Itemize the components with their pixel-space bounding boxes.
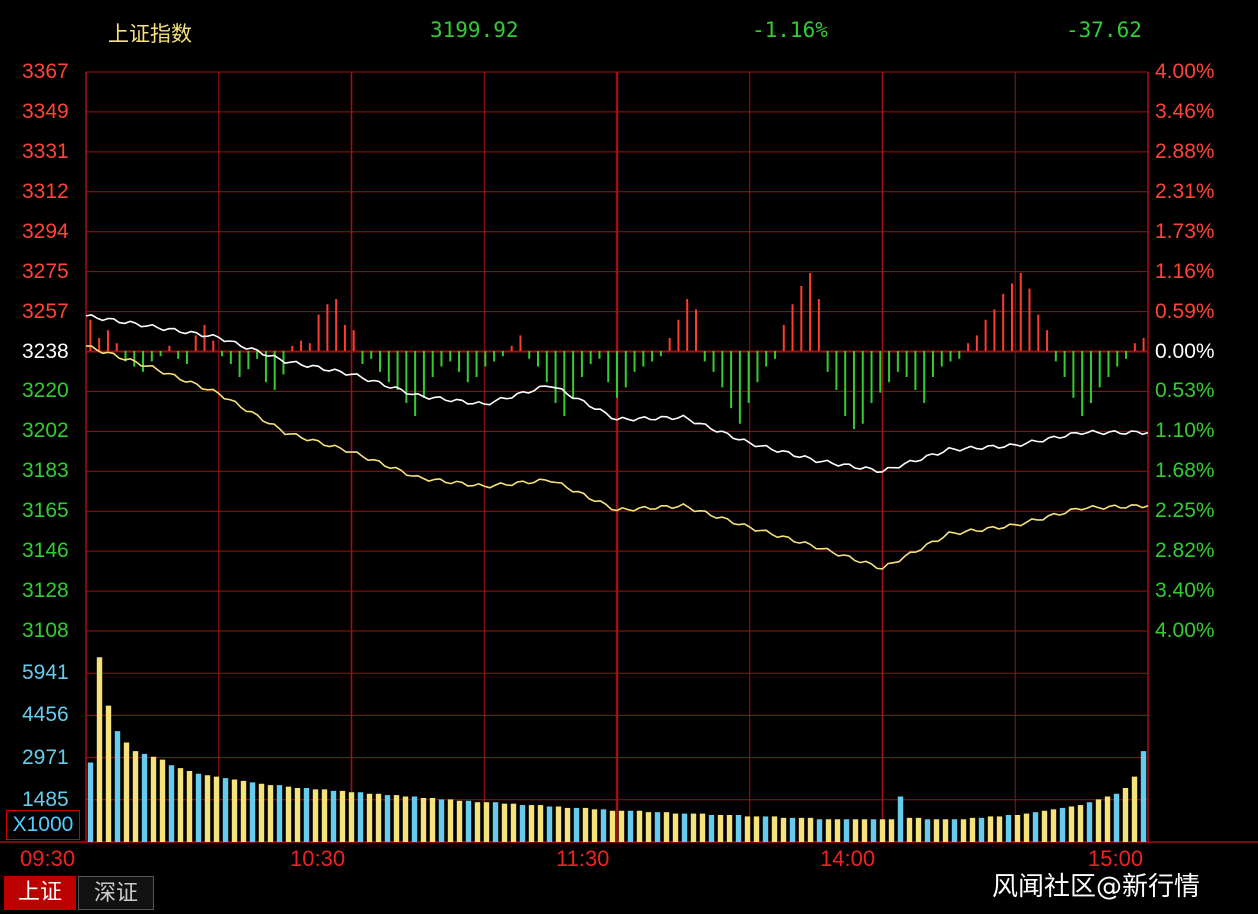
yLeft-label: 3108	[22, 619, 69, 642]
yRight-label: 4.00%	[1155, 60, 1215, 83]
change-percent: -1.16%	[752, 18, 828, 42]
yLeft-label: 3257	[22, 299, 69, 323]
intraday-chart	[0, 71, 1258, 843]
yRight-label: 0.53%	[1155, 379, 1215, 403]
yLeft-label: 3294	[22, 219, 69, 243]
yRight-label: 1.10%	[1155, 419, 1215, 443]
x-label-1130: 11:30	[556, 846, 610, 871]
yRight-label: 0.00%	[1155, 339, 1215, 363]
volume-axis-label: 1485	[22, 787, 69, 811]
x-label-0930: 09:30	[20, 846, 76, 871]
yLeft-label: 3183	[22, 459, 69, 483]
volume-axis-label: 4456	[22, 703, 69, 727]
yLeft-label: 3146	[22, 539, 69, 563]
volume-axis-label: 5941	[22, 661, 69, 685]
yLeft-label: 3128	[22, 579, 69, 603]
yLeft-label: 3275	[22, 259, 69, 283]
yRight-label: 3.40%	[1155, 579, 1215, 603]
yLeft-label: 3165	[22, 499, 69, 523]
watermark-text: 风闻社区@新行情	[992, 872, 1201, 902]
yRight-label: 2.25%	[1155, 499, 1215, 523]
tab-shenzhen[interactable]: 深证	[78, 876, 154, 910]
chart-grid	[0, 71, 1258, 843]
change-points: -37.62	[1066, 18, 1142, 42]
volume-unit: X1000	[6, 810, 80, 840]
yLeft-label: 3238	[22, 339, 69, 363]
yRight-label: 0.59%	[1155, 299, 1215, 323]
yLeft-label: 3349	[22, 99, 69, 123]
yLeft-label: 3331	[22, 139, 69, 163]
x-label-1030: 10:30	[290, 846, 346, 871]
yRight-label: 1.16%	[1155, 259, 1215, 283]
yRight-label: 2.31%	[1155, 179, 1215, 203]
yRight-label: 3.46%	[1155, 99, 1215, 123]
last-price: 3199.92	[430, 18, 519, 42]
yLeft-label: 3220	[22, 379, 69, 403]
tab-shanghai[interactable]: 上证	[4, 876, 76, 910]
yLeft-label: 3202	[22, 419, 69, 443]
yLeft-label: 3367	[22, 60, 69, 83]
x-label-1400: 14:00	[820, 846, 876, 871]
yRight-label: 4.00%	[1155, 619, 1215, 642]
index-name: 上证指数	[108, 22, 192, 46]
yRight-label: 1.68%	[1155, 459, 1215, 483]
yLeft-label: 3312	[22, 179, 69, 203]
volume-axis-label: 2971	[22, 745, 69, 769]
yRight-label: 2.88%	[1155, 139, 1215, 163]
yRight-label: 1.73%	[1155, 219, 1215, 243]
yRight-label: 2.82%	[1155, 539, 1215, 563]
